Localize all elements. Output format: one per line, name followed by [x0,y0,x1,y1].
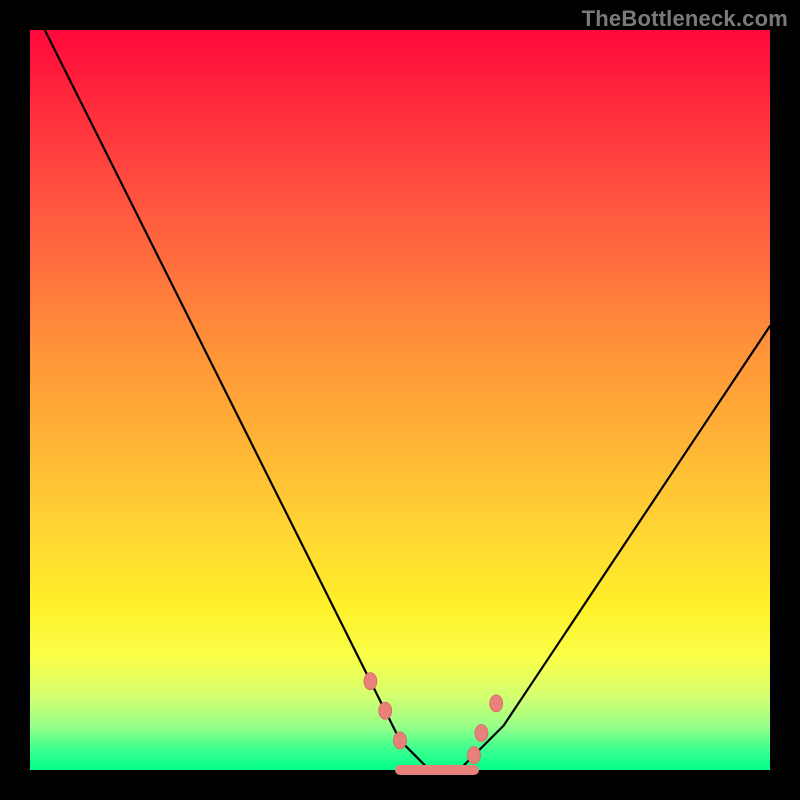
plot-area [30,30,770,770]
bottleneck-curve [45,30,770,770]
outer-frame: TheBottleneck.com [0,0,800,800]
curve-marker [379,702,392,719]
curve-marker [394,732,407,749]
chart-svg [30,30,770,770]
curve-marker [490,695,503,712]
watermark-text: TheBottleneck.com [582,6,788,32]
marker-group [364,673,503,764]
curve-marker [364,673,377,690]
curve-marker [468,747,481,764]
curve-marker [475,725,488,742]
